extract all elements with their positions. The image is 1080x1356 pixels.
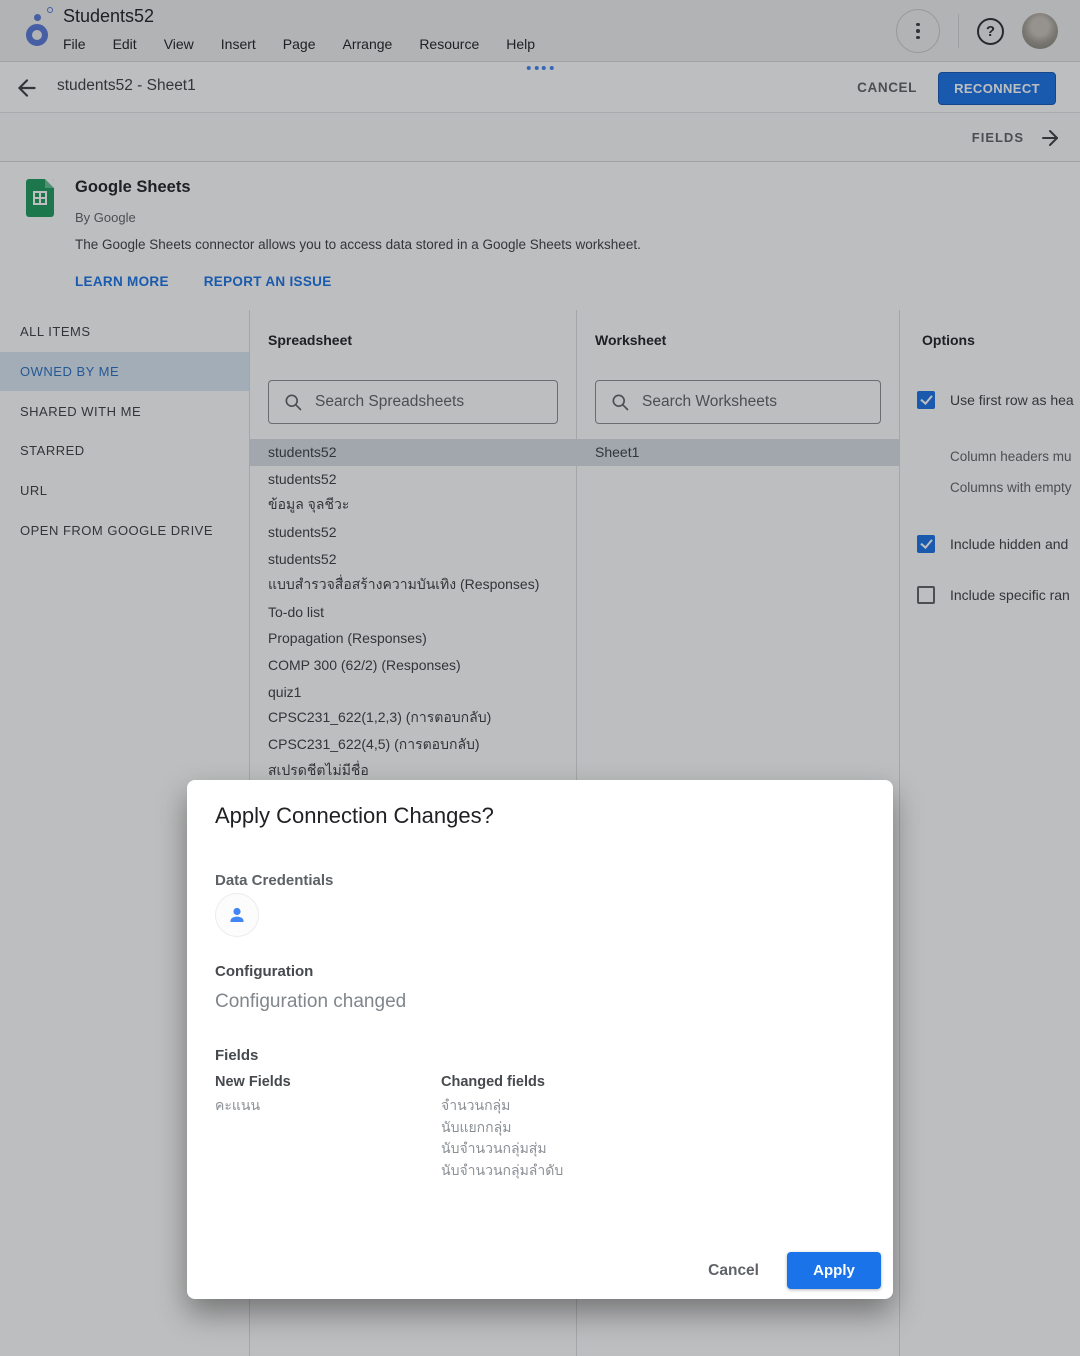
- changed-field-item: นับจำนวนกลุ่มสุ่ม: [441, 1138, 563, 1160]
- new-field-item: คะแนน: [215, 1095, 260, 1117]
- new-fields-list: คะแนน: [215, 1095, 260, 1117]
- changed-field-item: นับแยกกลุ่ม: [441, 1117, 563, 1139]
- dialog-title: Apply Connection Changes?: [215, 803, 494, 829]
- screen: Students52 File Edit View Insert Page Ar…: [0, 0, 1080, 1356]
- changed-field-item: จำนวนกลุ่ม: [441, 1095, 563, 1117]
- dialog-cancel-button[interactable]: Cancel: [690, 1253, 777, 1289]
- person-icon: [225, 903, 249, 927]
- changed-fields-label: Changed fields: [441, 1074, 545, 1090]
- changed-field-item: นับจำนวนกลุ่มลำดับ: [441, 1160, 563, 1182]
- data-credentials-label: Data Credentials: [215, 872, 333, 889]
- changed-fields-list: จำนวนกลุ่ม นับแยกกลุ่ม นับจำนวนกลุ่มสุ่ม…: [441, 1095, 563, 1181]
- new-fields-label: New Fields: [215, 1074, 291, 1090]
- dialog-apply-button[interactable]: Apply: [787, 1252, 881, 1289]
- configuration-status: Configuration changed: [215, 991, 406, 1013]
- configuration-label: Configuration: [215, 963, 313, 980]
- apply-connection-changes-dialog: Apply Connection Changes? Data Credentia…: [187, 780, 893, 1299]
- credentials-account-chip[interactable]: [215, 893, 259, 937]
- fields-section-label: Fields: [215, 1047, 258, 1064]
